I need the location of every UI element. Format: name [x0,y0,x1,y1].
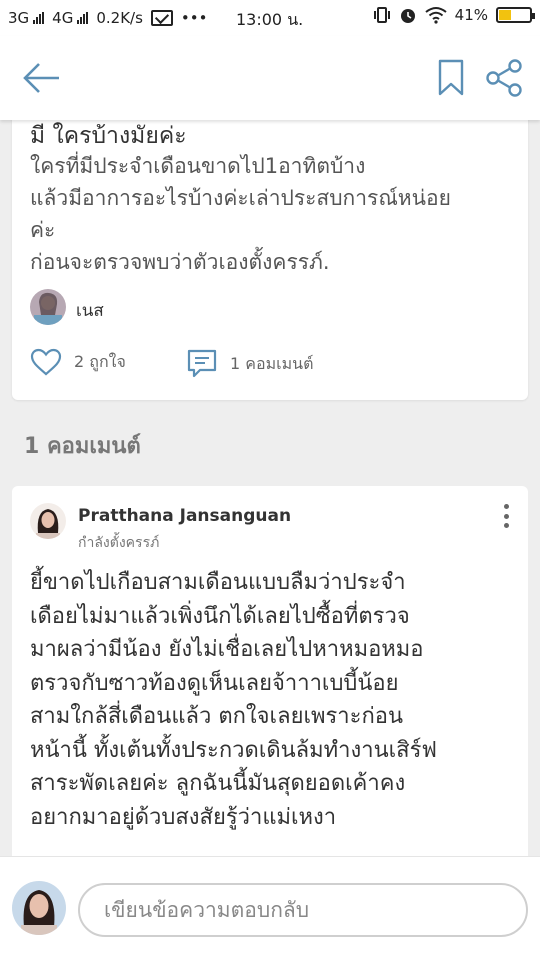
comment-line: ตรวจกับซาวท้องดูเห็นเลยจ้าาาเบบี้น้อย [30,670,399,696]
avatar-image [12,881,66,935]
back-arrow-icon [23,63,59,93]
comments-heading: 1 คอมเมนต์ [24,434,141,459]
comment-line: ยี้ขาดไปเกือบสามเดือนแบบลืมว่าประจำ [30,570,406,595]
mail-icon [150,10,173,26]
my-avatar[interactable] [12,881,66,935]
status-right: 41% [373,6,535,24]
status-bar: 3G 4G 0.2K/s ••• 13:00 น. 41% [0,0,540,36]
author-name[interactable]: เนส [76,297,104,324]
post-body-line: ก่อนจะตรวจพบว่าตัวเองตั้งครรภ์. [30,250,330,274]
author-avatar[interactable] [30,289,66,325]
comment-line: อยากมาอยู่ด้วบสงสัยรู้ว่าแม่เหงา [30,804,337,830]
signal-icon [77,12,89,24]
avatar-image [30,503,66,539]
avatar-image [30,289,66,325]
comment-line: สาระพัดเลยค่ะ ลูกฉันนี้มันสุดยอดเค้าคง [30,771,406,796]
network-3g-label: 3G [8,9,30,27]
bookmark-button[interactable] [436,58,466,98]
comment-button[interactable]: 1 คอมเมนต์ [186,348,313,380]
heart-icon [30,348,62,376]
battery-level [499,10,512,20]
status-time: 13:00 น. [236,10,304,29]
signal-icon [33,12,45,24]
comment-icon [187,349,217,378]
comment-line: มาผลว่ามีน้อง ยังไม่เชื่อเลยไปหาหมอหมอ [30,637,424,662]
commenter-status: กำลังตั้งครรภ์ [78,535,160,551]
more-dot [503,523,509,528]
comment-line: หน้านี้ ทั้งเต้นทั้งประกวดเดินล้มทำงานเส… [30,737,437,763]
battery-icon [496,7,535,23]
alarm-icon [400,9,415,23]
more-notifications-icon: ••• [180,9,208,27]
commenter-avatar[interactable] [30,503,66,539]
wifi-icon [425,7,447,24]
more-dot [503,504,509,509]
comment-line: สามใกล้สี่เดือนแล้ว ตกใจเลยเพราะก่อน [30,704,404,729]
like-count: 2 ถูกใจ [74,351,126,371]
comment-count: 1 คอมเมนต์ [230,353,314,373]
post-title: มี ใครบ้างมัยค่ะ [30,123,187,149]
bookmark-icon [438,59,464,96]
vibrate-icon [373,7,390,23]
reply-bar [0,856,540,960]
more-dot [503,513,509,519]
comment-card: Pratthana Jansanguan กำลังตั้งครรภ์ ยี้ข… [12,486,528,886]
status-left: 3G 4G 0.2K/s ••• [8,9,207,27]
post-card: มี ใครบ้างมัยค่ะ ใครที่มีประจำเดือนขาดไป… [12,90,528,400]
post-body: ใครที่มีประจำเดือนขาดไป1อาทิตบ้าง แล้วมี… [30,150,520,278]
comment-line: เดือยไม่มาแล้วเพิ่งนึกได้เลยไปซื้อที่ตรว… [30,603,410,629]
commenter-name[interactable]: Pratthana Jansanguan [78,506,291,526]
more-options-button[interactable] [498,502,514,530]
like-button[interactable]: 2 ถูกใจ [30,348,126,376]
network-speed: 0.2K/s [96,9,143,27]
network-4g-label: 4G [52,9,74,27]
post-body-line: ค่ะ [30,218,56,242]
post-body-line: ใครที่มีประจำเดือนขาดไป1อาทิตบ้าง [30,154,366,178]
share-button[interactable] [484,58,524,98]
back-button[interactable] [22,60,62,96]
post-body-line: แล้วมีอาการอะไรบ้างค่ะเล่าประสบการณ์หน่อ… [30,186,451,210]
reply-input[interactable] [78,883,528,937]
app-bar [0,36,540,120]
comment-body: ยี้ขาดไปเกือบสามเดือนแบบลืมว่าประจำ เดือ… [30,566,525,834]
battery-percent: 41% [454,6,488,24]
share-icon [486,59,522,97]
